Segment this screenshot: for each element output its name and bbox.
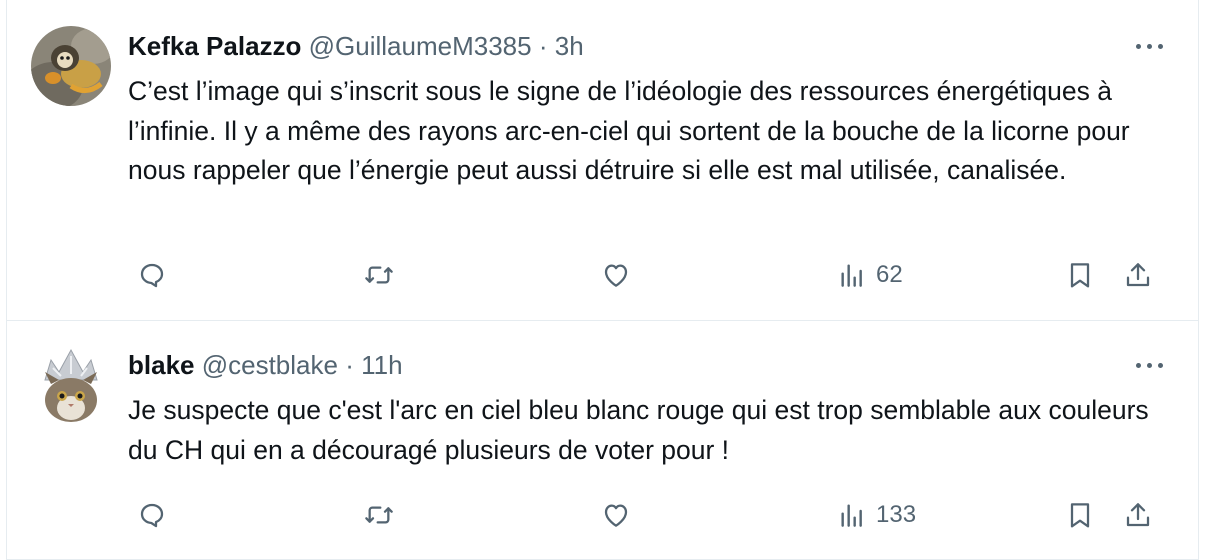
display-name[interactable]: blake bbox=[128, 350, 195, 380]
tweet-reply[interactable]: Kefka Palazzo @GuillaumeM3385 · 3h C’est… bbox=[7, 0, 1198, 321]
heart-icon bbox=[604, 504, 628, 527]
reply-thread: Kefka Palazzo @GuillaumeM3385 · 3h C’est… bbox=[0, 0, 1208, 560]
views-button[interactable]: 133 bbox=[836, 495, 916, 535]
dot-icon bbox=[1158, 363, 1163, 368]
tweet-actions: 133 bbox=[128, 495, 1170, 535]
dot-icon bbox=[1158, 44, 1163, 49]
timeline-border-right bbox=[1198, 0, 1199, 560]
cat-foil-hat-avatar-icon bbox=[31, 346, 111, 426]
avatar[interactable] bbox=[31, 26, 111, 106]
dot-icon bbox=[1136, 363, 1141, 368]
repost-icon bbox=[365, 506, 393, 524]
tweet-text: C’est l’image qui s’inscrit sous le sign… bbox=[128, 76, 1130, 185]
more-options-button[interactable] bbox=[1130, 355, 1170, 375]
share-icon bbox=[1126, 263, 1150, 287]
like-button[interactable] bbox=[600, 495, 632, 535]
like-button[interactable] bbox=[600, 255, 632, 295]
bookmark-button[interactable] bbox=[1064, 255, 1096, 295]
more-options-button[interactable] bbox=[1130, 36, 1170, 56]
reply-icon bbox=[140, 503, 164, 528]
timestamp[interactable]: 11h bbox=[361, 350, 402, 380]
heart-icon bbox=[604, 264, 628, 287]
dot-icon bbox=[1147, 363, 1152, 368]
reply-icon bbox=[140, 263, 164, 288]
bookmark-icon bbox=[1070, 263, 1090, 288]
analytics-icon bbox=[841, 264, 862, 287]
monkey-avatar-icon bbox=[31, 26, 111, 106]
analytics-icon bbox=[841, 504, 862, 527]
tweet-actions: 62 bbox=[128, 255, 1170, 295]
share-button[interactable] bbox=[1122, 255, 1154, 295]
bookmark-button[interactable] bbox=[1064, 495, 1096, 535]
repost-button[interactable] bbox=[363, 255, 395, 295]
tweet-header: Kefka Palazzo @GuillaumeM3385 · 3h bbox=[128, 30, 584, 62]
tweet-text: Je suspecte que c'est l'arc en ciel bleu… bbox=[128, 395, 1149, 465]
reply-button[interactable] bbox=[136, 255, 168, 295]
view-count: 62 bbox=[876, 261, 903, 288]
header-separator: · bbox=[538, 31, 548, 61]
bookmark-icon bbox=[1070, 503, 1090, 528]
tweet-header: blake @cestblake · 11h bbox=[128, 349, 403, 381]
reply-button[interactable] bbox=[136, 495, 168, 535]
repost-button[interactable] bbox=[363, 495, 395, 535]
timestamp[interactable]: 3h bbox=[555, 31, 584, 61]
tweet-reply[interactable]: blake @cestblake · 11h Je suspecte que c… bbox=[7, 321, 1198, 560]
repost-icon bbox=[365, 266, 393, 284]
view-count: 133 bbox=[876, 501, 917, 528]
user-handle[interactable]: @cestblake bbox=[202, 350, 338, 380]
views-button[interactable]: 62 bbox=[836, 255, 903, 295]
display-name[interactable]: Kefka Palazzo bbox=[128, 31, 301, 61]
dot-icon bbox=[1147, 44, 1152, 49]
dot-icon bbox=[1136, 44, 1141, 49]
avatar[interactable] bbox=[31, 346, 111, 426]
share-button[interactable] bbox=[1122, 495, 1154, 535]
user-handle[interactable]: @GuillaumeM3385 bbox=[309, 31, 532, 61]
share-icon bbox=[1126, 503, 1150, 527]
header-separator: · bbox=[345, 350, 354, 380]
